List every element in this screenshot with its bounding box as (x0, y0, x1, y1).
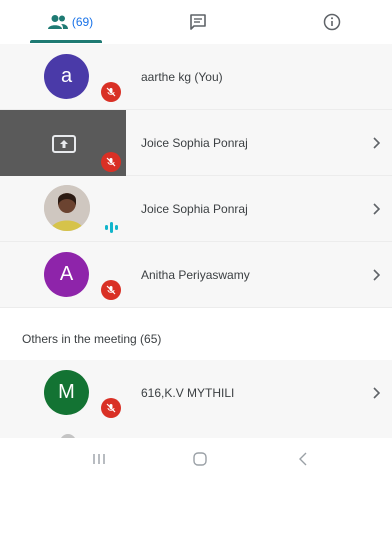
active-tab-indicator (30, 40, 102, 43)
tab-info[interactable] (312, 0, 352, 44)
screen-share-thumbnail (0, 110, 126, 176)
chat-icon (190, 14, 206, 30)
participant-thumbnail: a (0, 44, 126, 110)
tab-bar: (69) (0, 0, 392, 44)
participant-thumbnail: M (0, 360, 126, 426)
recent-apps-icon[interactable] (84, 438, 114, 480)
info-icon (323, 13, 341, 31)
participant-name: Anitha Periyaswamy (141, 268, 250, 282)
avatar: A (44, 252, 89, 297)
participant-name: aarthe kg (You) (141, 70, 223, 84)
back-icon[interactable] (288, 438, 318, 480)
home-icon[interactable] (185, 438, 215, 480)
chevron-right-icon[interactable] (372, 242, 380, 308)
tab-chat[interactable] (178, 0, 218, 44)
participant-row[interactable]: a aarthe kg (You) (0, 44, 392, 110)
mic-off-icon (101, 280, 121, 300)
avatar-photo (44, 185, 90, 231)
avatar-letter: A (59, 263, 74, 285)
chevron-right-icon[interactable] (372, 360, 380, 426)
avatar-letter: a (60, 65, 73, 87)
system-nav-bar (0, 438, 392, 480)
participant-thumbnail: A (0, 242, 126, 308)
mic-off-icon (101, 82, 121, 102)
mic-off-icon (101, 398, 121, 418)
people-count: (69) (71, 15, 94, 29)
next-row-peek (0, 426, 392, 438)
chevron-right-icon[interactable] (372, 176, 380, 242)
participant-thumbnail (0, 176, 126, 242)
chevron-right-icon[interactable] (372, 110, 380, 176)
people-icon (47, 15, 68, 29)
avatar: M (44, 370, 89, 415)
mic-off-icon (101, 152, 121, 172)
participant-row[interactable]: A Anitha Periyaswamy (0, 242, 392, 308)
participant-name: Joice Sophia Ponraj (141, 136, 248, 150)
participant-name: Joice Sophia Ponraj (141, 202, 248, 216)
avatar-letter: M (58, 381, 75, 403)
participant-row[interactable]: Joice Sophia Ponraj (0, 110, 392, 176)
present-screen-icon (52, 135, 76, 153)
speaking-indicator-icon (101, 220, 121, 234)
tab-people[interactable]: (69) (30, 0, 110, 44)
participant-row[interactable]: M 616,K.V MYTHILI (0, 360, 392, 426)
avatar: a (44, 54, 89, 99)
participant-name: 616,K.V MYTHILI (141, 386, 235, 400)
participant-row[interactable]: Joice Sophia Ponraj (0, 176, 392, 242)
others-section-header: Others in the meeting (65) (22, 332, 162, 346)
